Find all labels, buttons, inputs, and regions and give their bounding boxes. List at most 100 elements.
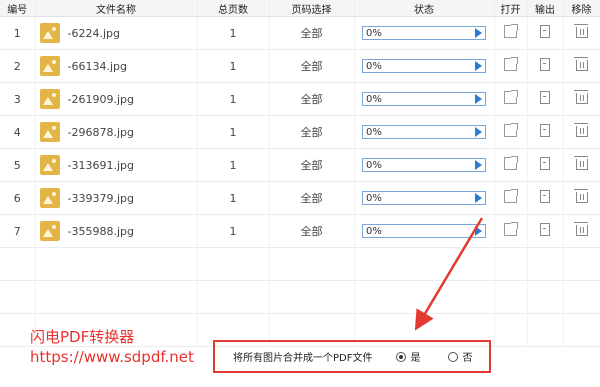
export-icon[interactable]: [540, 223, 550, 236]
play-icon[interactable]: [475, 127, 482, 137]
table-row[interactable]: 1 -6224.jpg 1 全部 0%: [0, 16, 600, 50]
row-filename: -6224.jpg: [67, 26, 120, 40]
trash-icon[interactable]: [573, 189, 588, 203]
row-status-cell: 0%: [354, 148, 495, 182]
open-external-icon[interactable]: [504, 156, 518, 170]
row-filename-cell[interactable]: -355988.jpg: [35, 214, 198, 248]
export-icon[interactable]: [540, 91, 550, 104]
row-status-cell: 0%: [354, 49, 495, 83]
open-external-icon[interactable]: [504, 90, 518, 104]
row-output-cell: [527, 49, 564, 83]
radio-unchecked-icon[interactable]: [448, 351, 459, 362]
row-page-select[interactable]: 全部: [269, 181, 355, 215]
merge-option-label: 将所有图片合并成一个PDF文件: [233, 353, 373, 364]
open-external-icon[interactable]: [504, 222, 518, 236]
row-remove-cell: [563, 16, 600, 50]
image-file-icon: [39, 188, 60, 208]
export-icon[interactable]: [540, 157, 550, 170]
row-filename: -355988.jpg: [67, 224, 134, 238]
progress-bar: 0%: [362, 191, 486, 205]
trash-icon[interactable]: [573, 156, 588, 170]
play-icon[interactable]: [475, 193, 482, 203]
row-page-select[interactable]: 全部: [269, 115, 355, 149]
merge-yes-radio[interactable]: 是: [396, 349, 420, 364]
merge-no-radio[interactable]: 否: [448, 349, 472, 364]
export-icon[interactable]: [540, 58, 550, 71]
export-icon[interactable]: [540, 124, 550, 137]
image-file-icon: [39, 23, 60, 43]
image-file-icon: [39, 122, 60, 142]
row-output-cell: [527, 16, 564, 50]
header-output[interactable]: 输出: [527, 0, 564, 17]
play-icon[interactable]: [475, 28, 482, 38]
row-remove-cell: [563, 49, 600, 83]
row-page-select[interactable]: 全部: [269, 16, 355, 50]
trash-icon[interactable]: [573, 222, 588, 236]
row-filename-cell[interactable]: -6224.jpg: [35, 16, 198, 50]
progress-text: 0%: [366, 126, 382, 138]
header-pages[interactable]: 总页数: [197, 0, 270, 17]
play-icon[interactable]: [475, 61, 482, 71]
header-remove[interactable]: 移除: [563, 0, 600, 17]
trash-icon[interactable]: [573, 24, 588, 38]
open-external-icon[interactable]: [504, 24, 518, 38]
play-icon[interactable]: [475, 94, 482, 104]
row-open-cell: [494, 82, 528, 116]
table-row[interactable]: 2 -66134.jpg 1 全部 0%: [0, 49, 600, 83]
progress-text: 0%: [366, 159, 382, 171]
table-row[interactable]: 4 -296878.jpg 1 全部 0%: [0, 115, 600, 149]
row-output-cell: [527, 115, 564, 149]
radio-checked-icon[interactable]: [396, 351, 407, 362]
empty-row: [0, 247, 600, 281]
header-status[interactable]: 状态: [354, 0, 495, 17]
row-page-select[interactable]: 全部: [269, 49, 355, 83]
merge-yes-label: 是: [410, 353, 421, 364]
row-filename-wrap: -313691.jpg: [36, 155, 197, 175]
table-row[interactable]: 5 -313691.jpg 1 全部 0%: [0, 148, 600, 182]
watermark-app-name: 闪电PDF转换器: [30, 328, 135, 346]
empty-row: [0, 280, 600, 314]
open-external-icon[interactable]: [504, 189, 518, 203]
row-index: 7: [0, 214, 36, 248]
row-open-cell: [494, 115, 528, 149]
row-filename: -261909.jpg: [67, 92, 134, 106]
table-row[interactable]: 6 -339379.jpg 1 全部 0%: [0, 181, 600, 215]
export-icon[interactable]: [540, 25, 550, 38]
progress-text: 0%: [366, 192, 382, 204]
play-icon[interactable]: [475, 226, 482, 236]
progress-text: 0%: [366, 225, 382, 237]
row-remove-cell: [563, 148, 600, 182]
trash-icon[interactable]: [573, 57, 588, 71]
row-filename-cell[interactable]: -66134.jpg: [35, 49, 198, 83]
row-page-select[interactable]: 全部: [269, 148, 355, 182]
row-output-cell: [527, 181, 564, 215]
row-output-cell: [527, 82, 564, 116]
row-output-cell: [527, 214, 564, 248]
play-icon[interactable]: [475, 160, 482, 170]
row-open-cell: [494, 214, 528, 248]
header-open[interactable]: 打开: [494, 0, 528, 17]
row-filename-cell[interactable]: -313691.jpg: [35, 148, 198, 182]
progress-bar: 0%: [362, 59, 486, 73]
table-row[interactable]: 7 -355988.jpg 1 全部 0%: [0, 214, 600, 248]
table-row[interactable]: 3 -261909.jpg 1 全部 0%: [0, 82, 600, 116]
trash-icon[interactable]: [573, 123, 588, 137]
header-index[interactable]: 编号: [0, 0, 36, 17]
row-page-select[interactable]: 全部: [269, 82, 355, 116]
row-index: 3: [0, 82, 36, 116]
row-pages: 1: [197, 115, 270, 149]
row-filename-cell[interactable]: -339379.jpg: [35, 181, 198, 215]
open-external-icon[interactable]: [504, 123, 518, 137]
row-output-cell: [527, 148, 564, 182]
open-external-icon[interactable]: [504, 57, 518, 71]
header-page-select[interactable]: 页码选择: [269, 0, 355, 17]
row-open-cell: [494, 16, 528, 50]
row-index: 2: [0, 49, 36, 83]
row-filename-cell[interactable]: -261909.jpg: [35, 82, 198, 116]
header-filename[interactable]: 文件名称: [35, 0, 198, 17]
row-page-select[interactable]: 全部: [269, 214, 355, 248]
export-icon[interactable]: [540, 190, 550, 203]
row-filename: -66134.jpg: [67, 59, 127, 73]
trash-icon[interactable]: [573, 90, 588, 104]
row-filename-cell[interactable]: -296878.jpg: [35, 115, 198, 149]
